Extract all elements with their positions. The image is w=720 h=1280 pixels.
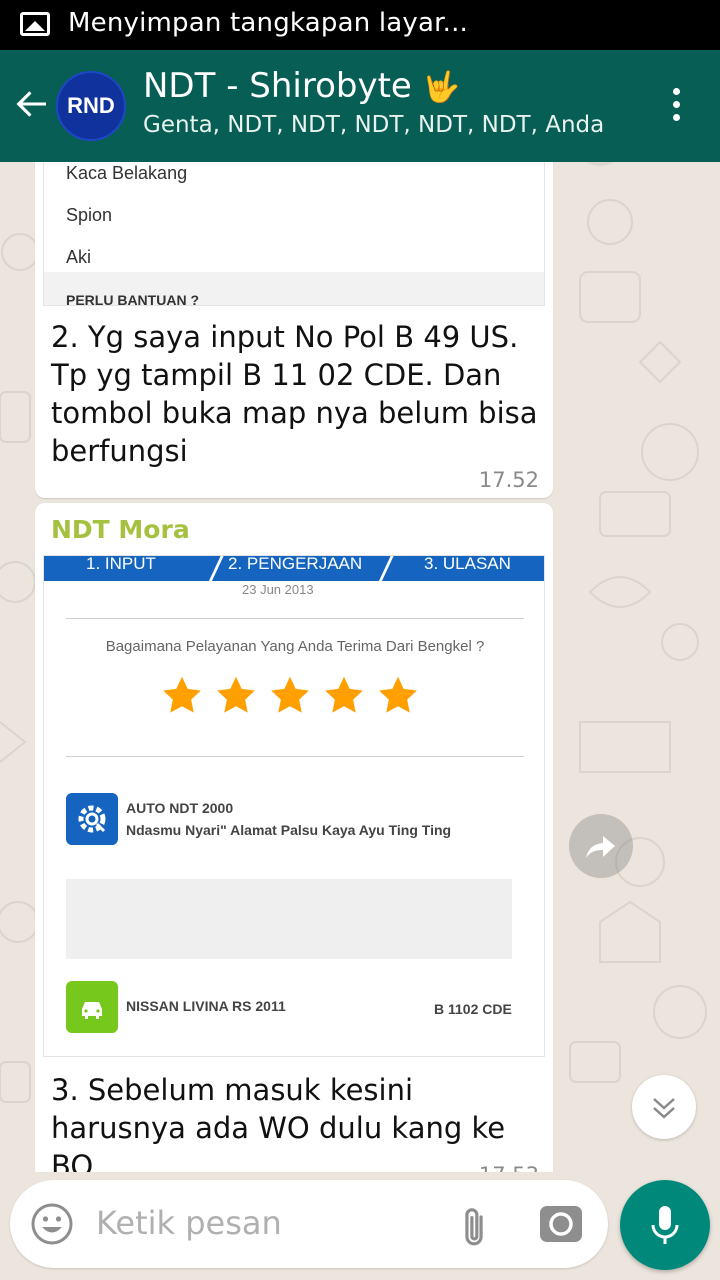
status-bar: Menyimpan tangkapan layar... <box>0 0 720 50</box>
shop-address: Ndasmu Nyari" Alamat Palsu Kaya Ayu Ting… <box>126 822 452 838</box>
double-chevron-down-icon <box>653 1098 675 1119</box>
scroll-to-bottom-button[interactable] <box>632 1075 696 1139</box>
voice-record-button[interactable] <box>620 1180 710 1270</box>
step-label: 1. INPUT <box>86 555 156 573</box>
checklist-item: Aki <box>66 247 92 267</box>
back-arrow-icon[interactable] <box>14 86 50 122</box>
rating-question: Bagaimana Pelayanan Yang Anda Terima Dar… <box>105 638 485 655</box>
car-plate: B 1102 CDE <box>434 1001 512 1017</box>
car-icon <box>66 981 118 1033</box>
star-rating <box>160 674 430 724</box>
help-heading: PERLU BANTUAN ? <box>66 292 199 306</box>
divider <box>66 756 524 757</box>
gear-icon <box>66 793 118 845</box>
status-text: Menyimpan tangkapan layar... <box>68 8 469 38</box>
checklist-item: Kaca Belakang <box>66 163 188 183</box>
shop-name: AUTO NDT 2000 <box>126 800 234 816</box>
message-bubble[interactable]: Kaca Belakang Spion Aki PERLU BANTUAN ? … <box>35 162 553 498</box>
help-section: PERLU BANTUAN ? <box>44 272 544 306</box>
car-name: NISSAN LIVINA RS 2011 <box>126 998 286 1014</box>
forward-arrow-icon <box>586 836 615 858</box>
star-icon <box>217 676 255 713</box>
star-icon <box>163 676 201 713</box>
chevron-right-icon <box>194 556 226 584</box>
microphone-icon <box>651 1206 679 1244</box>
map-placeholder <box>66 879 512 959</box>
emoji-icon[interactable] <box>30 1202 74 1246</box>
chat-title[interactable]: NDT - Shirobyte 🤟 <box>143 66 460 106</box>
chat-area[interactable]: Kaca Belakang Spion Aki PERLU BANTUAN ? … <box>0 162 720 1172</box>
group-avatar[interactable]: RND <box>56 71 126 141</box>
message-time: 17.53 <box>479 1163 539 1172</box>
message-bubble[interactable]: NDT Mora 1. INPUT 2. PENGERJAAN 3. ULASA… <box>35 503 553 1172</box>
message-text: 2. Yg saya input No Pol B 49 US. Tp yg t… <box>51 320 538 468</box>
step-label: 3. ULASAN <box>424 555 511 573</box>
step-label: 2. PENGERJAAN <box>228 555 363 573</box>
screenshot-attachment[interactable]: Kaca Belakang Spion Aki PERLU BANTUAN ? <box>43 162 545 306</box>
avatar-text: RND <box>67 93 115 118</box>
more-options-icon[interactable] <box>668 88 684 128</box>
chat-participants[interactable]: Genta, NDT, NDT, NDT, NDT, NDT, Anda <box>143 112 604 138</box>
divider <box>66 618 524 619</box>
star-icon <box>271 676 309 713</box>
chat-title-text: NDT - Shirobyte <box>143 66 412 106</box>
sender-name[interactable]: NDT Mora <box>51 515 190 544</box>
screenshot-attachment[interactable]: 1. INPUT 2. PENGERJAAN 3. ULASAN 23 Jun … <box>43 555 545 1057</box>
chat-header: RND NDT - Shirobyte 🤟 Genta, NDT, NDT, N… <box>0 50 720 162</box>
date-text: 23 Jun 2013 <box>242 582 314 597</box>
camera-icon[interactable] <box>538 1202 584 1246</box>
forward-button[interactable] <box>569 814 633 878</box>
rock-hand-emoji-icon: 🤟 <box>422 70 461 105</box>
message-input[interactable]: Ketik pesan <box>96 1204 282 1242</box>
chevron-right-icon <box>364 556 396 584</box>
star-icon <box>379 676 417 713</box>
message-time: 17.52 <box>478 468 539 492</box>
step-tabs: 1. INPUT 2. PENGERJAAN 3. ULASAN <box>44 555 544 584</box>
checklist-item: Spion <box>66 205 113 225</box>
message-compose-bar[interactable]: Ketik pesan <box>10 1180 608 1268</box>
message-text: 3. Sebelum masuk kesini harusnya ada WO … <box>51 1073 506 1172</box>
star-icon <box>325 676 363 713</box>
attachment-clip-icon[interactable] <box>450 1200 498 1248</box>
image-icon <box>20 12 50 36</box>
